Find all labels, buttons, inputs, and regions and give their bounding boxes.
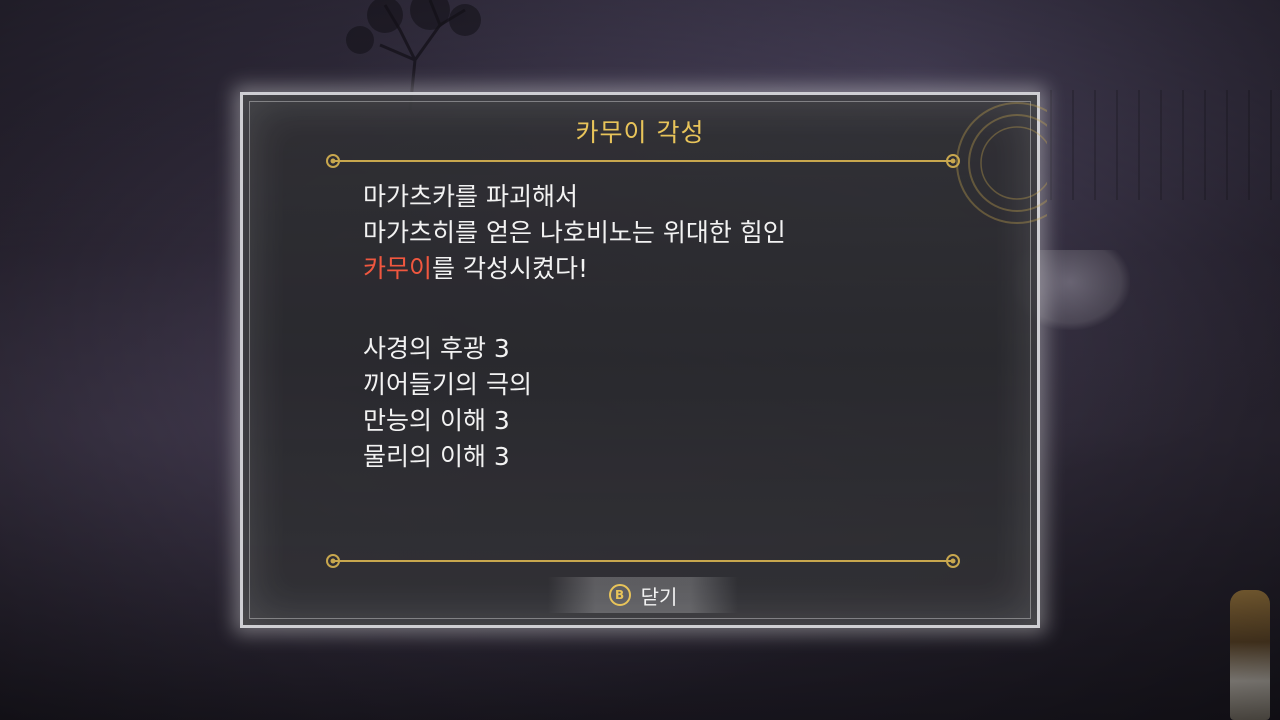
dialog-title: 카무이 각성 xyxy=(575,118,705,147)
close-label: 닫기 xyxy=(640,584,678,609)
skill-item: 만능의 이해 3 xyxy=(363,406,510,435)
highlight-term: 카무이 xyxy=(363,254,433,283)
message-line: 마가츠카를 파괴해서 xyxy=(363,182,578,211)
skill-item: 사경의 후광 3 xyxy=(363,334,510,363)
close-button[interactable]: B 닫기 xyxy=(548,577,738,613)
skill-item: 끼어들기의 극의 xyxy=(363,370,532,399)
skill-item: 물리의 이해 3 xyxy=(363,442,510,471)
footer-divider xyxy=(326,554,960,568)
title-divider xyxy=(326,154,960,168)
message-line: 마가츠히를 얻은 나호비노는 위대한 힘인 xyxy=(363,218,786,247)
dialog-message: 마가츠카를 파괴해서 마가츠히를 얻은 나호비노는 위대한 힘인 카무이를 각성… xyxy=(363,179,943,475)
message-line-rest: 를 각성시켰다! xyxy=(432,254,588,283)
awakening-dialog: 카무이 각성 마가츠카를 파괴해서 마가츠히를 얻은 나호비노는 위대한 힘인 … xyxy=(240,92,1047,628)
message-line: 카무이를 각성시켰다! xyxy=(363,251,943,287)
b-button-icon: B xyxy=(608,584,631,606)
